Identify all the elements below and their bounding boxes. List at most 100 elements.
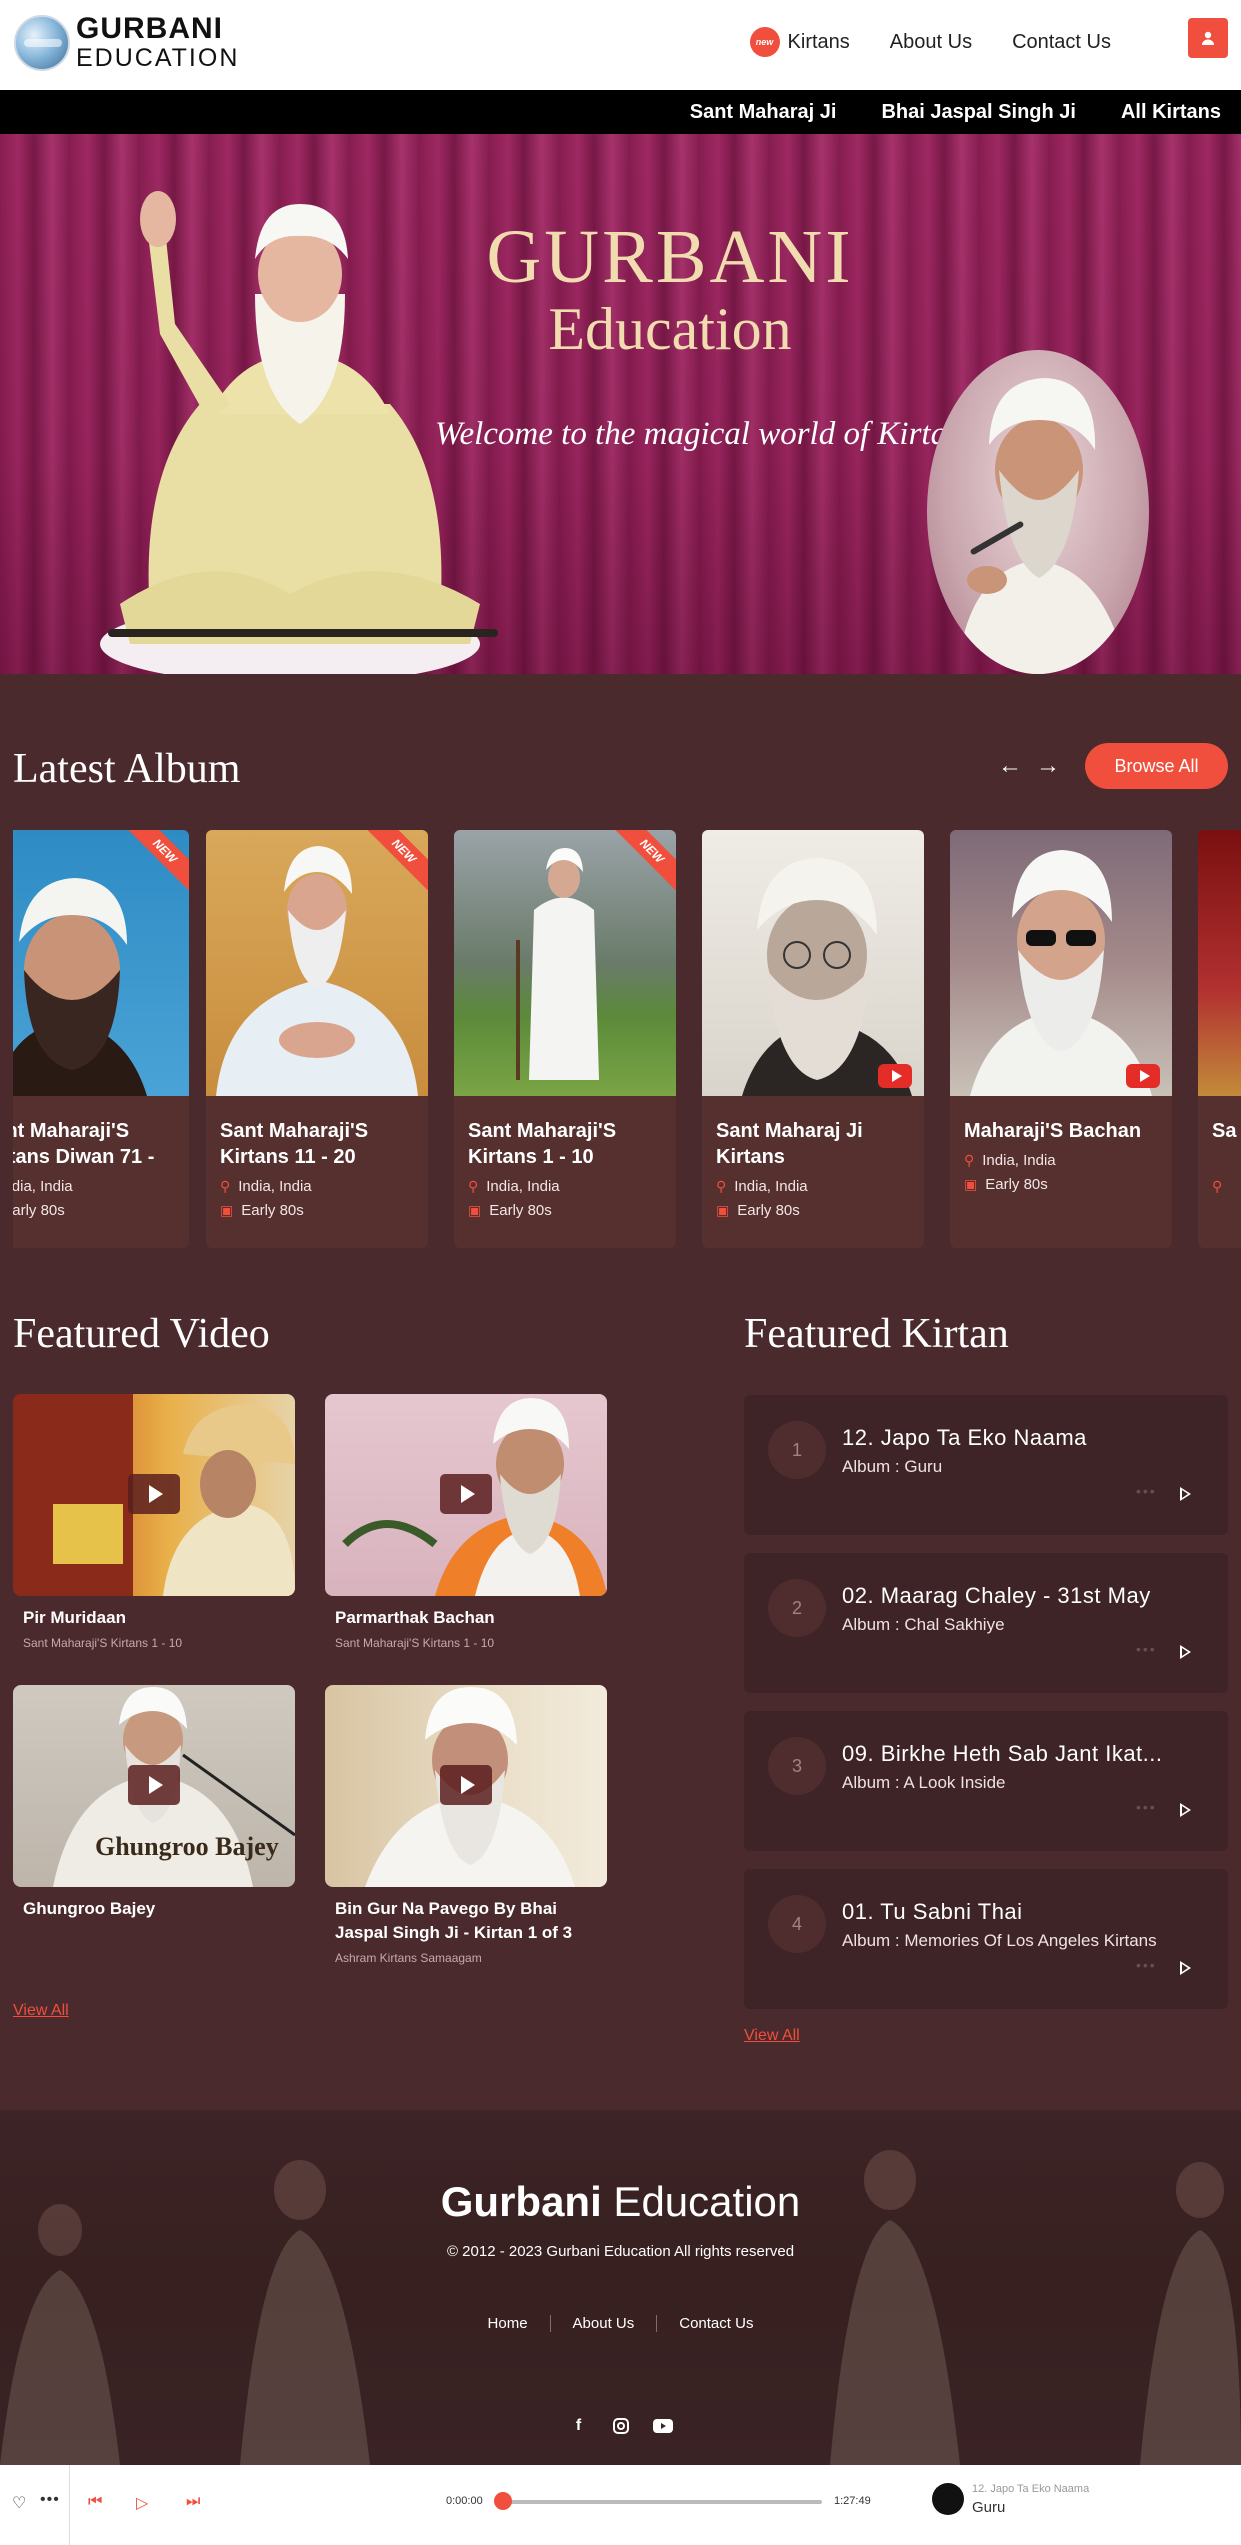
now-playing-track: 12. Japo Ta Eko Naama (972, 2483, 1090, 2495)
audio-player: ♡ ••• ⏮ ▷ ⏭ 0:00:00 1:27:49 12. Japo Ta … (0, 2465, 1241, 2545)
more-options-icon[interactable]: ••• (1136, 1483, 1157, 1499)
track-play-icon[interactable] (1180, 1961, 1191, 1975)
track-album: Album : Memories Of Los Angeles Kirtans (842, 1931, 1157, 1950)
footer-link-about[interactable]: About Us (549, 2315, 657, 2332)
latest-album-title: Latest Album (13, 746, 241, 792)
heart-icon[interactable]: ♡ (12, 2493, 26, 2513)
track-title: 12. Japo Ta Eko Naama (842, 1425, 1087, 1450)
footer-link-home[interactable]: Home (466, 2315, 550, 2332)
youtube-badge-icon (878, 1064, 912, 1088)
video-play-icon[interactable] (440, 1765, 492, 1805)
main-nav: new Kirtans About Us Contact Us (710, 27, 1111, 57)
video-title: Bin Gur Na Pavego By Bhai Jaspal Singh J… (335, 1899, 573, 1942)
logo-text: GURBANI EDUCATION (76, 14, 239, 71)
album-card[interactable]: Sa Si ⚲ (1198, 830, 1241, 1248)
track-number: 3 (768, 1737, 826, 1795)
album-location: ⚲India, India (468, 1178, 560, 1195)
album-location-text: India, India (982, 1152, 1056, 1169)
video-card[interactable]: Bin Gur Na Pavego By Bhai Jaspal Singh J… (325, 1685, 607, 1965)
video-thumbnail[interactable] (13, 1394, 295, 1596)
track-number: 2 (768, 1579, 826, 1637)
browse-all-button[interactable]: Browse All (1085, 743, 1228, 789)
album-era: ▣Early 80s (13, 1202, 65, 1219)
featured-kirtan-view-all-link[interactable]: View All (744, 2027, 800, 2045)
facebook-icon[interactable]: f (569, 2416, 589, 2436)
more-options-icon[interactable]: ••• (1136, 1799, 1157, 1815)
album-card[interactable]: NEW Sant Maharaji'S Kirtans Diwan 71 - 8… (13, 830, 189, 1248)
album-title: Maharaji'S Bachan (964, 1120, 1142, 1142)
video-thumbnail[interactable]: Ghungroo Bajey (13, 1685, 295, 1887)
track-title: 09. Birkhe Heth Sab Jant Ikat... (842, 1741, 1163, 1766)
video-play-icon[interactable] (440, 1474, 492, 1514)
album-era-text: Early 80s (737, 1202, 800, 1219)
nav-contact[interactable]: Contact Us (1012, 31, 1111, 54)
video-title: Parmarthak Bachan (335, 1608, 495, 1627)
site-logo[interactable]: GURBANI EDUCATION (14, 14, 239, 71)
subnav-all-kirtans[interactable]: All Kirtans (1121, 101, 1221, 124)
video-title: Ghungroo Bajey (23, 1899, 156, 1918)
album-era-text: Early 80s (489, 1202, 552, 1219)
album-card[interactable]: NEW Sant Maharaji'S Kirtans 1 - 10 ⚲ Indi… (454, 830, 676, 1248)
video-card[interactable]: Ghungroo Bajey Ghungroo Bajey (13, 1685, 295, 1921)
kirtan-track-card[interactable]: 2 02. Maarag Chaley - 31st May Album : C… (744, 1553, 1228, 1693)
album-card[interactable]: Sant Maharaj Ji Kirtans ⚲ India, India ▣ E… (702, 830, 924, 1248)
kirtan-track-card[interactable]: 3 09. Birkhe Heth Sab Jant Ikat... Album… (744, 1711, 1228, 1851)
logo-top-text: GURBANI (76, 12, 223, 45)
track-play-icon[interactable] (1180, 1645, 1191, 1659)
album-title: Sant Maharaji'S Kirtans 11 - 20 (220, 1120, 369, 1168)
video-card[interactable]: Parmarthak Bachan Sant Maharaji'S Kirtan… (325, 1394, 607, 1650)
album-card[interactable]: Maharaji'S Bachan ⚲ India, India ▣ Early 8… (950, 830, 1172, 1248)
user-account-button[interactable] (1188, 18, 1228, 58)
hero-portrait-illustration (957, 378, 1127, 674)
ghungroo-bajey-overlay: Ghungroo Bajey (95, 1832, 279, 1861)
album-location: ⚲India, India (716, 1178, 808, 1195)
video-subtitle: Sant Maharaji'S Kirtans 1 - 10 (23, 1636, 183, 1650)
footer-social-links: f (0, 2416, 1241, 2436)
arrow-left-icon[interactable]: ← (998, 752, 1022, 780)
subnav-bhai-jaspal-singh-ji[interactable]: Bhai Jaspal Singh Ji (881, 101, 1076, 124)
footer-background-illustration (0, 2150, 1241, 2465)
album-cover (1198, 830, 1241, 1096)
nav-about[interactable]: About Us (890, 31, 972, 54)
video-title: Pir Muridaan (23, 1608, 126, 1627)
featured-video-view-all-link[interactable]: View All (13, 2002, 69, 2020)
album-location: ⚲ (1212, 1178, 1230, 1195)
site-header: GURBANI EDUCATION new Kirtans About Us C… (0, 0, 1241, 90)
arrow-right-icon[interactable]: → (1036, 752, 1060, 780)
album-card[interactable]: NEW Sant Maharaji'S Kirtans 11 - 20 ⚲ Ind… (206, 830, 428, 1248)
youtube-icon[interactable] (652, 2416, 673, 2436)
album-cover (702, 830, 924, 1096)
kirtan-track-card[interactable]: 1 12. Japo Ta Eko Naama Album : Guru ••• (744, 1395, 1228, 1535)
more-options-icon[interactable]: ••• (1136, 1957, 1157, 1973)
album-location-text: India, India (238, 1178, 312, 1195)
track-album: Album : A Look Inside (842, 1773, 1006, 1792)
more-options-icon[interactable]: ••• (1136, 1641, 1157, 1657)
calendar-icon: ▣ (964, 1176, 978, 1192)
album-title: Sa Si (1212, 1120, 1241, 1142)
video-card[interactable]: Pir Muridaan Sant Maharaji'S Kirtans 1 -… (13, 1394, 295, 1650)
next-track-icon[interactable]: ⏭ (186, 2493, 200, 2511)
more-options-icon[interactable]: ••• (40, 2491, 60, 2509)
album-location: ⚲India, India (13, 1178, 73, 1195)
play-icon[interactable]: ▷ (136, 2493, 148, 2513)
hero-portrait (927, 350, 1149, 674)
track-play-icon[interactable] (1180, 1487, 1191, 1501)
video-play-icon[interactable] (128, 1474, 180, 1514)
track-play-icon[interactable] (1180, 1803, 1191, 1817)
album-era: ▣Early 80s (220, 1202, 304, 1219)
nav-kirtans[interactable]: new Kirtans (749, 27, 850, 57)
progress-knob[interactable] (494, 2492, 512, 2510)
video-thumbnail[interactable] (325, 1394, 607, 1596)
track-number: 1 (768, 1421, 826, 1479)
subnav-sant-maharaj-ji[interactable]: Sant Maharaj Ji (690, 101, 837, 124)
footer-link-contact[interactable]: Contact Us (656, 2315, 775, 2332)
album-location: ⚲India, India (964, 1152, 1056, 1169)
video-play-icon[interactable] (128, 1765, 180, 1805)
instagram-icon[interactable] (611, 2416, 631, 2436)
previous-track-icon[interactable]: ⏮ (88, 2493, 102, 2511)
progress-bar[interactable] (502, 2500, 822, 2504)
featured-video-title: Featured Video (13, 1311, 270, 1357)
kirtan-track-card[interactable]: 4 01. Tu Sabni Thai Album : Memories Of … (744, 1869, 1228, 2009)
video-thumbnail[interactable] (325, 1685, 607, 1887)
hero-title-line1: GURBANI (486, 215, 854, 299)
